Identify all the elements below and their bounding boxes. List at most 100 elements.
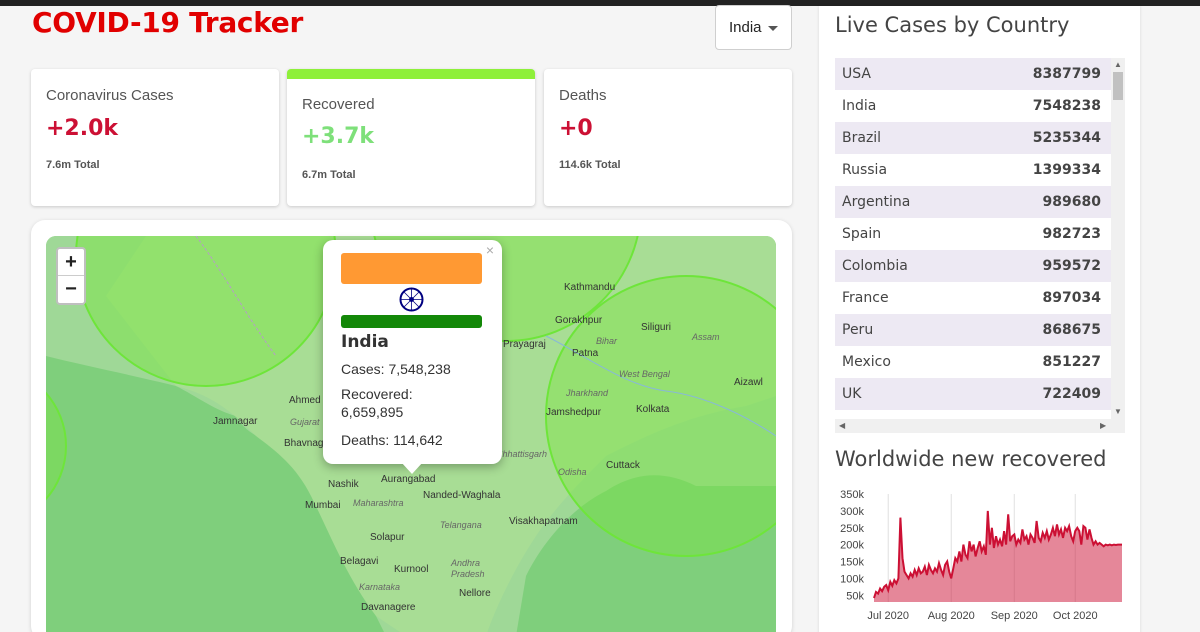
row-cases: 959572 bbox=[1042, 258, 1101, 274]
map-label-jharkhand: Jharkhand bbox=[566, 388, 609, 398]
map-label-karnataka: Karnataka bbox=[359, 582, 401, 592]
chart-y-tick-label: 300k bbox=[840, 506, 864, 518]
map-popup: × India Cases: 7,548,238 Recovered: 6,65… bbox=[323, 240, 502, 464]
scroll-down-arrow-icon[interactable]: ▼ bbox=[1114, 407, 1122, 416]
map-label-assam: Assam bbox=[692, 332, 720, 342]
map-label-kolkata: Kolkata bbox=[636, 404, 670, 415]
chart-x-tick-label: Jul 2020 bbox=[867, 610, 909, 622]
scroll-right-arrow-icon[interactable]: ▶ bbox=[1100, 421, 1106, 430]
map-label-nanded: Nanded-Waghala bbox=[423, 490, 501, 501]
map-label-mumbai: Mumbai bbox=[305, 500, 341, 511]
map-label-west-bengal: West Bengal bbox=[619, 369, 670, 379]
cases-total: 7.6m Total bbox=[46, 159, 100, 171]
row-cases: 722409 bbox=[1042, 386, 1101, 402]
cases-today: +2.0k bbox=[46, 116, 119, 141]
chevron-down-icon bbox=[768, 26, 778, 31]
table-row[interactable]: USA 8387799 bbox=[835, 58, 1111, 90]
deaths-total: 114.6k Total bbox=[559, 159, 621, 171]
row-cases: 8387799 bbox=[1032, 66, 1101, 82]
scroll-up-arrow-icon[interactable]: ▲ bbox=[1114, 60, 1122, 69]
row-cases: 868675 bbox=[1042, 322, 1101, 338]
map-label-aurangabad: Aurangabad bbox=[381, 474, 436, 485]
row-country: UK bbox=[842, 386, 862, 402]
map-label-chhattisgarh: Chhattisgarh bbox=[496, 449, 548, 459]
chart-title: Worldwide new recovered bbox=[835, 447, 1107, 471]
map-label-bihar: Bihar bbox=[596, 336, 618, 346]
map-label-gujarat: Gujarat bbox=[290, 417, 320, 427]
row-country: Spain bbox=[842, 226, 882, 242]
india-flag-icon bbox=[341, 253, 482, 328]
vertical-scrollbar[interactable]: ▲ ▼ bbox=[1111, 58, 1125, 419]
zoom-in-button[interactable]: + bbox=[58, 249, 84, 276]
table-row[interactable]: France 897034 bbox=[835, 282, 1111, 314]
table-row[interactable]: Russia 1399334 bbox=[835, 154, 1111, 186]
table-row[interactable]: Argentina 989680 bbox=[835, 186, 1111, 218]
recovered-today: +3.7k bbox=[302, 124, 375, 149]
zoom-control: + − bbox=[56, 247, 86, 305]
map-label-siliguri: Siliguri bbox=[641, 322, 672, 333]
row-country: Peru bbox=[842, 322, 874, 338]
deaths-card[interactable]: Deaths +0 114.6k Total bbox=[544, 69, 792, 206]
map-label-kurnool: Kurnool bbox=[394, 564, 429, 575]
map-label-belagavi: Belagavi bbox=[340, 556, 379, 567]
map-label-odisha: Odisha bbox=[558, 467, 587, 477]
map-label-visakhapatnam: Visakhapatnam bbox=[509, 516, 578, 527]
horizontal-scrollbar[interactable]: ◀ ▶ bbox=[835, 419, 1125, 433]
recovered-card[interactable]: Recovered +3.7k 6.7m Total bbox=[287, 69, 535, 206]
deaths-label: Deaths bbox=[559, 87, 607, 104]
chart-y-tick-label: 200k bbox=[840, 540, 864, 552]
row-cases: 1399334 bbox=[1032, 162, 1101, 178]
map-label-ahmed: Ahmed bbox=[289, 395, 321, 406]
zoom-out-button[interactable]: − bbox=[58, 276, 84, 303]
row-country: France bbox=[842, 290, 889, 306]
popup-country-name: India bbox=[341, 332, 389, 352]
table-row[interactable]: Colombia 959572 bbox=[835, 250, 1111, 282]
table-row[interactable]: Brazil 5235344 bbox=[835, 122, 1111, 154]
map-label-maharashtra: Maharashtra bbox=[353, 498, 404, 508]
scrollbar-thumb[interactable] bbox=[1113, 72, 1123, 100]
table-row[interactable]: UK 722409 bbox=[835, 378, 1111, 410]
chart-y-tick-label: 100k bbox=[840, 573, 864, 585]
map-label-nashik: Nashik bbox=[328, 479, 359, 490]
recovered-total: 6.7m Total bbox=[302, 169, 356, 181]
row-cases: 5235344 bbox=[1032, 130, 1101, 146]
map-label-bhavnagar: Bhavnag bbox=[284, 438, 324, 449]
map-label-telangana: Telangana bbox=[440, 520, 482, 530]
map-label-prayagraj: Prayagraj bbox=[503, 339, 546, 350]
country-select-value: India bbox=[729, 19, 762, 36]
cases-card[interactable]: Coronavirus Cases +2.0k 7.6m Total bbox=[31, 69, 279, 206]
row-country: Russia bbox=[842, 162, 888, 178]
row-cases: 851227 bbox=[1042, 354, 1101, 370]
chart-y-tick-label: 50k bbox=[846, 590, 864, 602]
close-icon[interactable]: × bbox=[486, 242, 494, 258]
table-row[interactable]: Peru 868675 bbox=[835, 314, 1111, 346]
table-row[interactable]: Spain 982723 bbox=[835, 218, 1111, 250]
map-label-davanagere: Davanagere bbox=[361, 602, 416, 613]
row-cases: 7548238 bbox=[1032, 98, 1101, 114]
app-title: COVID-19 Tracker bbox=[32, 6, 303, 39]
live-cases-table[interactable]: USA 8387799 India 7548238 Brazil 5235344 Ru… bbox=[835, 58, 1125, 433]
row-country: Colombia bbox=[842, 258, 908, 274]
chart-area-fill bbox=[874, 510, 1122, 602]
row-country: Brazil bbox=[842, 130, 882, 146]
map-label-nellore: Nellore bbox=[459, 588, 491, 599]
row-cases: 989680 bbox=[1042, 194, 1101, 210]
country-select[interactable]: India bbox=[715, 5, 792, 50]
table-row[interactable]: India 7548238 bbox=[835, 90, 1111, 122]
popup-cases: Cases: 7,548,238 bbox=[341, 361, 451, 377]
recovered-label: Recovered bbox=[302, 96, 375, 113]
row-country: India bbox=[842, 98, 877, 114]
row-country: Mexico bbox=[842, 354, 891, 370]
popup-recovered-value: 6,659,895 bbox=[341, 404, 404, 420]
row-country: Argentina bbox=[842, 194, 911, 210]
chart-x-tick-label: Sep 2020 bbox=[991, 610, 1038, 622]
row-cases: 897034 bbox=[1042, 290, 1101, 306]
map-label-andhra-pradesh: Andhra Pradesh bbox=[451, 558, 485, 579]
table-row[interactable]: Mexico 851227 bbox=[835, 346, 1111, 378]
popup-tip bbox=[401, 462, 423, 474]
map-label-aizawl: Aizawl bbox=[734, 377, 763, 388]
row-country: USA bbox=[842, 66, 871, 82]
map-label-jamnagar: Jamnagar bbox=[213, 416, 258, 427]
chart-y-tick-label: 350k bbox=[840, 489, 864, 501]
scroll-left-arrow-icon[interactable]: ◀ bbox=[839, 421, 845, 430]
